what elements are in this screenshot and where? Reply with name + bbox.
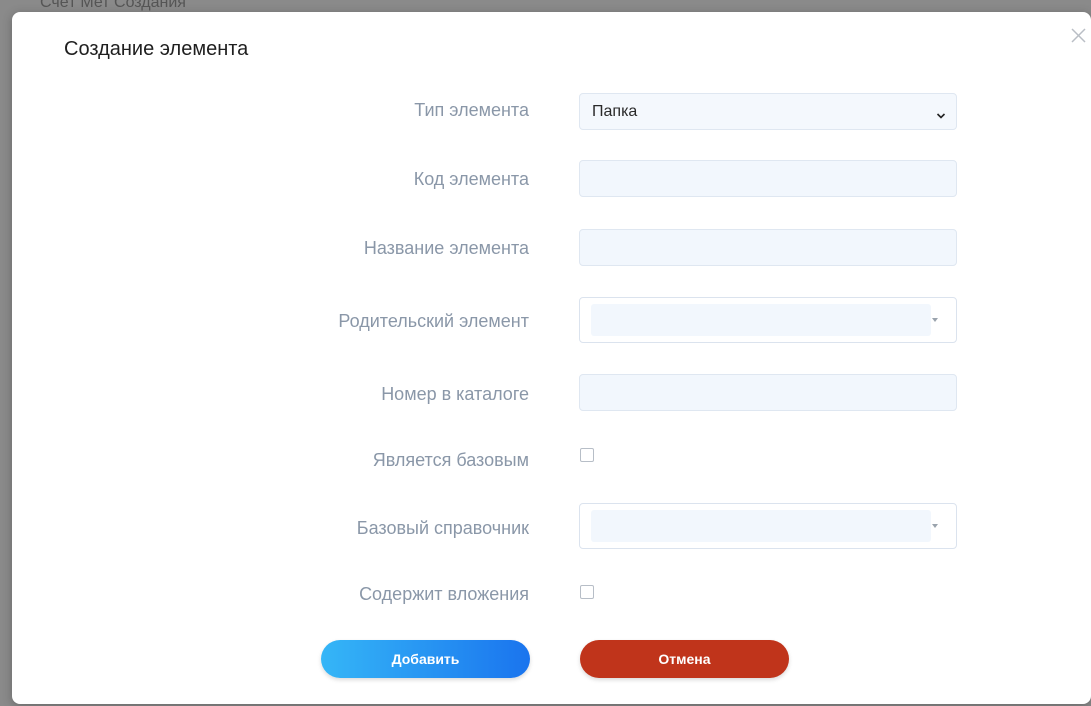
element-code-input[interactable] (579, 160, 957, 197)
add-button[interactable]: Добавить (321, 640, 530, 678)
element-name-input[interactable] (579, 229, 957, 266)
contains-attachments-checkbox[interactable] (580, 585, 594, 599)
is-base-checkbox[interactable] (580, 448, 594, 462)
is-base-label: Является базовым (372, 450, 529, 470)
element-type-value: Папка (592, 103, 638, 120)
background-page-text: Счёт Мет Создания (40, 0, 186, 11)
element-code-label: Код элемента (413, 169, 529, 189)
base-reference-value (591, 510, 931, 542)
caret-down-icon (932, 318, 938, 322)
catalog-number-label: Номер в каталоге (381, 384, 529, 404)
parent-element-label: Родительский элемент (338, 311, 529, 331)
create-element-modal: Создание элемента Тип элемента Папка Код… (12, 12, 1091, 704)
parent-element-select[interactable] (579, 297, 957, 343)
element-type-label: Тип элемента (414, 100, 529, 120)
close-icon[interactable] (1065, 22, 1091, 48)
modal-title: Создание элемента (64, 38, 249, 60)
contains-attachments-label: Содержит вложения (359, 584, 529, 604)
parent-element-value (591, 304, 931, 336)
catalog-number-input[interactable] (579, 374, 957, 411)
element-type-select[interactable]: Папка (579, 93, 957, 130)
caret-down-icon (932, 524, 938, 528)
base-reference-select[interactable] (579, 503, 957, 549)
cancel-button[interactable]: Отмена (580, 640, 789, 678)
chevron-down-icon (936, 107, 946, 125)
base-reference-label: Базовый справочник (356, 518, 529, 538)
element-name-label: Название элемента (363, 238, 529, 258)
